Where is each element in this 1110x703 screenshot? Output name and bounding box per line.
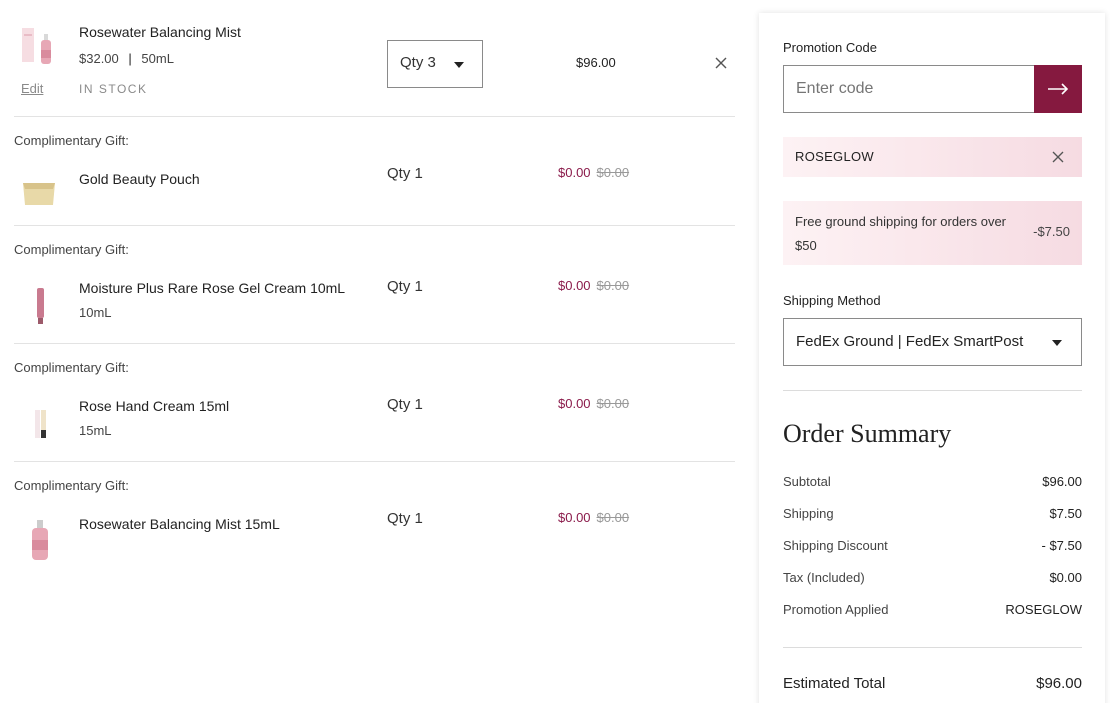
gift-price-was: $0.00	[596, 165, 630, 180]
gift-name[interactable]: Rosewater Balancing Mist 15mL	[79, 516, 280, 532]
gift-qty: Qty 1	[387, 510, 423, 527]
applied-promo-chip: ROSEGLOW	[783, 137, 1082, 177]
shipping-promo-text: Free ground shipping for orders over $50	[795, 214, 1007, 253]
apply-promo-button[interactable]	[1034, 65, 1082, 113]
line-total: $96.00	[576, 55, 616, 70]
promo-applied-label: Promotion Applied	[783, 602, 889, 617]
gift-price: $0.00 $0.00	[558, 510, 629, 525]
gift-name[interactable]: Rose Hand Cream 15ml	[79, 398, 229, 414]
separator: |	[128, 51, 132, 66]
gift-item: Complimentary Gift: Moisture Plus Rare R…	[14, 226, 735, 344]
summary-shipping: Shipping $7.50	[783, 506, 1082, 521]
rosewater-mist-product-image[interactable]	[20, 24, 60, 70]
gift-label: Complimentary Gift:	[14, 242, 129, 257]
shipping-discount-value: - $7.50	[1041, 538, 1082, 553]
gold-pouch-image[interactable]	[20, 169, 60, 215]
gift-price-was: $0.00	[596, 278, 630, 293]
subtotal-label: Subtotal	[783, 474, 831, 489]
subtotal-value: $96.00	[1042, 474, 1082, 489]
gift-item: Complimentary Gift: Gold Beauty Pouch Qt…	[14, 117, 735, 226]
gift-price-now: $0.00	[558, 510, 591, 525]
shipping-value: $7.50	[1049, 506, 1082, 521]
gift-size: 15mL	[79, 423, 112, 438]
gift-price: $0.00 $0.00	[558, 165, 629, 180]
tax-label: Tax (Included)	[783, 570, 865, 585]
arrow-right-icon	[1048, 83, 1069, 95]
product-name[interactable]: Rosewater Balancing Mist	[79, 24, 241, 40]
gift-qty: Qty 1	[387, 165, 423, 182]
gift-price-was: $0.00	[596, 510, 630, 525]
promo-applied-value: ROSEGLOW	[1005, 602, 1082, 617]
close-icon[interactable]	[1051, 150, 1065, 164]
gift-label: Complimentary Gift:	[14, 360, 129, 375]
applied-promo-code: ROSEGLOW	[795, 149, 874, 164]
quantity-select-value: Qty 3	[400, 54, 436, 71]
gift-price: $0.00 $0.00	[558, 278, 629, 293]
order-summary-title: Order Summary	[783, 419, 952, 448]
gift-price-now: $0.00	[558, 396, 591, 411]
promo-code-label: Promotion Code	[783, 40, 877, 55]
summary-promo-applied: Promotion Applied ROSEGLOW	[783, 602, 1082, 617]
gel-cream-image[interactable]	[20, 282, 60, 328]
tax-value: $0.00	[1049, 570, 1082, 585]
chevron-down-icon	[454, 62, 464, 68]
hand-cream-image[interactable]	[20, 400, 60, 446]
promo-code-input[interactable]	[783, 65, 1034, 113]
gift-name[interactable]: Moisture Plus Rare Rose Gel Cream 10mL	[79, 280, 345, 296]
product-size: 50mL	[141, 51, 174, 66]
divider	[783, 647, 1082, 648]
checkout-panel: Promotion Code ROSEGLOW Free ground ship…	[759, 13, 1105, 703]
gift-price: $0.00 $0.00	[558, 396, 629, 411]
summary-shipping-discount: Shipping Discount - $7.50	[783, 538, 1082, 553]
gift-price-was: $0.00	[596, 396, 630, 411]
edit-link[interactable]: Edit	[21, 81, 43, 96]
gift-price-now: $0.00	[558, 165, 591, 180]
summary-tax: Tax (Included) $0.00	[783, 570, 1082, 585]
estimated-total-row: Estimated Total $96.00	[783, 675, 1082, 692]
shipping-discount-label: Shipping Discount	[783, 538, 888, 553]
shipping-label: Shipping	[783, 506, 834, 521]
quantity-select[interactable]: Qty 3	[387, 40, 483, 88]
shipping-method-select[interactable]: FedEx Ground | FedEx SmartPost	[783, 318, 1082, 366]
product-price: $32.00	[79, 51, 119, 66]
product-price-size: $32.00 | 50mL	[79, 51, 174, 66]
gift-price-now: $0.00	[558, 278, 591, 293]
summary-subtotal: Subtotal $96.00	[783, 474, 1082, 489]
gift-label: Complimentary Gift:	[14, 133, 129, 148]
shipping-method-label: Shipping Method	[783, 293, 881, 308]
mini-mist-image[interactable]	[20, 518, 60, 564]
gift-item: Complimentary Gift: Rosewater Balancing …	[14, 462, 735, 580]
gift-qty: Qty 1	[387, 278, 423, 295]
shipping-method-value: FedEx Ground | FedEx SmartPost	[796, 333, 1024, 350]
gift-size: 10mL	[79, 305, 112, 320]
gift-name[interactable]: Gold Beauty Pouch	[79, 171, 200, 187]
close-icon[interactable]	[714, 56, 728, 70]
gift-item: Complimentary Gift: Rose Hand Cream 15ml…	[14, 344, 735, 462]
chevron-down-icon	[1052, 340, 1062, 346]
cart-list: Rosewater Balancing Mist $32.00 | 50mL E…	[14, 0, 735, 580]
gift-qty: Qty 1	[387, 396, 423, 413]
shipping-promo-amount: -$7.50	[1033, 224, 1070, 239]
estimated-total-label: Estimated Total	[783, 675, 886, 692]
shipping-promo-box: Free ground shipping for orders over $50…	[783, 201, 1082, 265]
gift-label: Complimentary Gift:	[14, 478, 129, 493]
stock-status: IN STOCK	[79, 82, 148, 96]
divider	[783, 390, 1082, 391]
estimated-total-value: $96.00	[1036, 675, 1082, 692]
cart-item-main: Rosewater Balancing Mist $32.00 | 50mL E…	[14, 0, 735, 117]
